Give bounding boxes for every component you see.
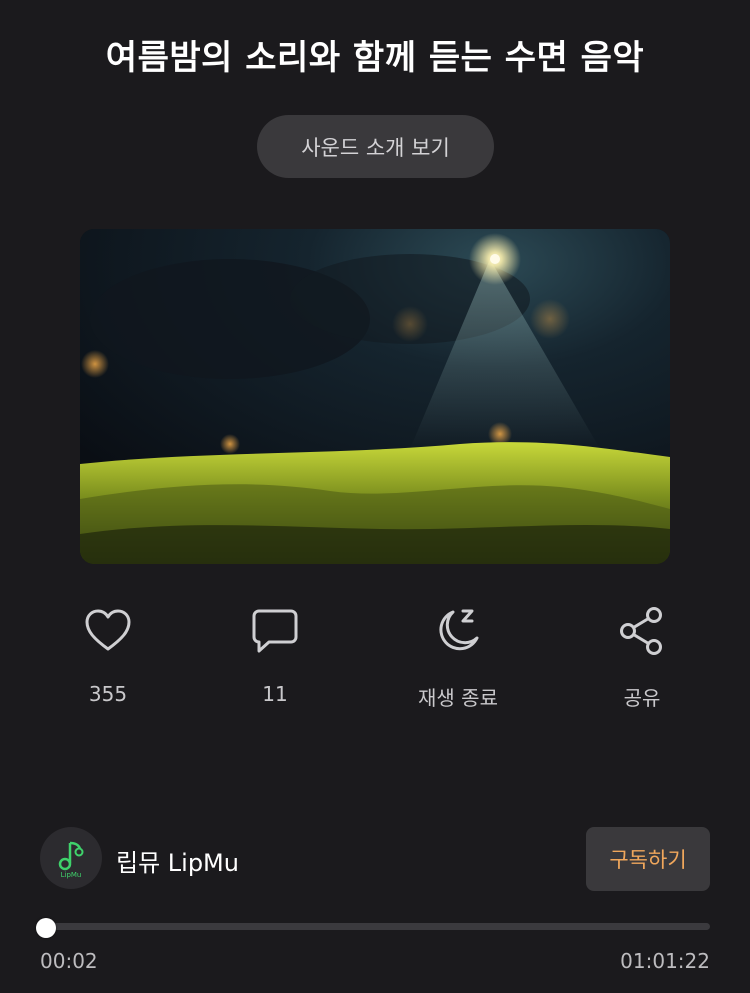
share-label: 공유	[623, 686, 661, 710]
cover-image	[80, 229, 670, 564]
comment-button[interactable]: 11	[205, 605, 345, 706]
channel-row: LipMu 립뮤 LipMu 구독하기	[40, 827, 710, 891]
comment-count: 11	[262, 682, 288, 706]
subscribe-button[interactable]: 구독하기	[586, 827, 710, 891]
channel-name[interactable]: 립뮤 LipMu	[116, 843, 239, 878]
sleep-timer-label: 재생 종료	[418, 686, 498, 710]
current-time: 00:02	[40, 949, 98, 973]
progress-thumb[interactable]	[36, 918, 57, 938]
page-title: 여름밤의 소리와 함께 듣는 수면 음악	[105, 38, 645, 78]
svg-text:LipMu: LipMu	[61, 871, 82, 879]
progress-track	[40, 923, 710, 930]
like-count: 355	[88, 682, 128, 706]
sleep-timer-button[interactable]: 재생 종료	[388, 605, 528, 711]
action-bar: 355 11 재생 종료 공유	[0, 605, 750, 715]
sleep-timer-icon	[432, 605, 484, 657]
sound-intro-button[interactable]: 사운드 소개 보기	[257, 115, 494, 178]
channel-avatar[interactable]: LipMu	[40, 827, 102, 889]
comment-icon	[249, 605, 301, 657]
total-time: 01:01:22	[620, 949, 710, 973]
heart-icon	[82, 605, 134, 657]
share-icon	[616, 605, 668, 657]
lipmu-logo-icon: LipMu	[58, 841, 84, 879]
like-button[interactable]: 355	[38, 605, 178, 706]
share-button[interactable]: 공유	[572, 605, 712, 711]
progress-slider[interactable]	[36, 918, 710, 938]
